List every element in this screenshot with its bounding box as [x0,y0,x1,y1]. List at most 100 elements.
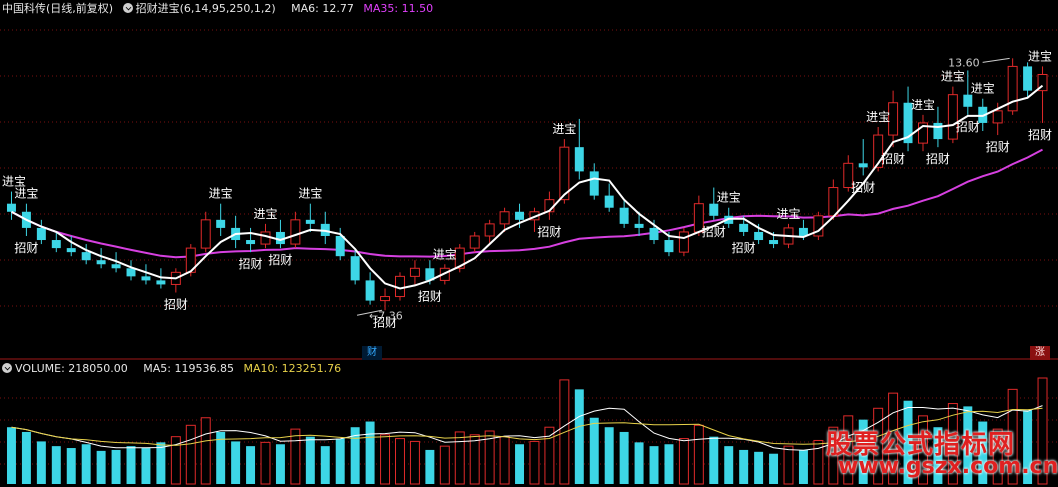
signal-jinbao: 进宝 [14,187,38,201]
volume-bar-down [574,389,584,484]
volume-bar-down [96,450,106,484]
signal-zhaocai: 招财 [268,253,292,267]
candle-body-down [51,240,61,249]
ma35-readout: MA35: 11.50 [363,2,434,15]
volume-bar-up [260,441,271,485]
signal-jinbao: 进宝 [253,207,277,221]
signal-zhaocai: 招财 [956,120,980,134]
volume-bar-up [380,434,391,485]
signal-jinbao: 进宝 [298,187,322,201]
candle-body-up [469,235,480,249]
watermark-url: www.gszx.com.cn [838,454,1058,479]
signal-jinbao: 进宝 [911,98,935,112]
ma6-readout: MA6: 12.77 [291,2,354,15]
volume-bar-up [454,431,465,485]
candle-body-up [380,296,391,302]
candle-body-down [335,235,345,257]
circle-toggle-icon[interactable] [122,3,133,13]
signal-jinbao: 进宝 [941,70,965,84]
candle-body-down [350,256,360,281]
signal-jinbao: 进宝 [776,207,800,221]
vol-ma10-readout: MA10: 123251.76 [243,362,342,375]
candle-body-down [769,240,779,245]
volume-bar-down [6,427,16,484]
candle-body-down [634,223,644,228]
volume-bar-down [81,444,91,484]
signal-jinbao: 进宝 [971,82,995,96]
signal-zhaocai: 招财 [418,289,442,303]
volume-bar-up [529,440,540,485]
watermark: 股票公式指标网 www.gszx.com.cn [816,418,1058,486]
candle-body-down [126,268,136,277]
volume-bar-down [66,448,76,484]
candle-body-down [933,122,943,140]
candle-body-up [484,223,495,237]
candle-body-down [589,171,599,196]
candle-body-down [6,203,16,212]
volume-bar-down [126,446,136,484]
candles [6,58,1048,311]
volume-bar-down [141,448,151,484]
cai-badge[interactable]: 财 [362,346,382,360]
candle-body-up [828,187,839,217]
signal-zhaocai: 招财 [164,298,188,312]
volume-bar-up [439,445,450,485]
volume-bar-down [365,421,375,484]
candlestick-chart: 进宝进宝招财招财进宝进宝招财 招财进宝招财招财进宝进宝招财进宝招财招财进宝招财进宝… [0,29,1058,485]
signal-jinbao: 进宝 [433,247,457,261]
signal-jinbao: 进宝 [209,187,233,201]
indicator-label: 招财进宝(6,14,95,250,1,2) [135,2,276,15]
volume-bar-down [111,449,121,484]
volume-bar-down [634,442,644,484]
vol-ma5-readout: MA5: 119536.85 [143,362,234,375]
chart-stage: 进宝 进宝 招财 招财 进宝 进宝 招财 招财 进宝 招财 招财 进宝 进宝 招财 进宝 招财 招财 进宝 招财 进宝… [0,0,1058,487]
volume-bar-down [246,446,256,484]
candle-body-up [260,231,271,245]
volume-bar-down [36,441,46,484]
volume-bar-up [499,436,510,485]
volume-readout: VOLUME: 218050.00 [15,362,128,375]
volume-bar-up [693,424,704,485]
candle-body-down [246,240,256,245]
candle-body-down [365,280,375,301]
volume-bar-down [754,451,764,484]
volume-bar-down [231,441,241,484]
candle-body-down [515,211,525,220]
candle-body-down [141,276,151,281]
circle-toggle-icon[interactable] [2,363,12,373]
volume-bar-up [395,438,405,485]
candle-body-up [678,231,689,253]
volume-bar-down [156,442,166,484]
candle-body-up [409,267,420,277]
volume-bar-down [798,449,808,484]
indicator-name[interactable]: 招财进宝(6,14,95,250,1,2) [122,2,282,15]
volume-bar-down [769,453,779,484]
candle-body-down [858,163,868,168]
volume-bar-up [200,417,211,485]
candle-body-down [216,219,226,228]
candle-body-down [111,264,121,269]
candle-body-up [200,219,211,249]
volume-bar-down [664,444,674,484]
volume-bar-down [649,446,659,484]
volume-bar-down [335,438,345,484]
signal-zhaocai: 招财 [1028,128,1052,142]
signal-jinbao: 进宝 [552,122,576,136]
signal-zhaocai: 招财 [926,152,950,166]
signal-zhaocai: 招财 [702,225,726,239]
volume-bar-down [305,436,315,484]
high-mark-label: 13.60 [948,56,980,69]
high-mark-line [982,57,1010,63]
candle-body-down [156,280,166,285]
volume-bar-down [515,444,525,484]
volume-bar-up [290,428,301,485]
candle-body-up [499,211,510,225]
volume-bar-up [185,424,196,485]
low-mark-label: ←7.36 [369,309,403,322]
candle-body-down [96,260,106,265]
signal-jinbao: 进宝 [717,191,741,205]
price-header: 中国科传(日线,前复权) 招财进宝(6,14,95,250,1,2) MA6: … [2,0,439,18]
zhang-badge[interactable]: 涨 [1030,346,1050,360]
candle-body-down [754,231,764,241]
volume-toggle[interactable]: VOLUME: 218050.00 [2,362,134,375]
